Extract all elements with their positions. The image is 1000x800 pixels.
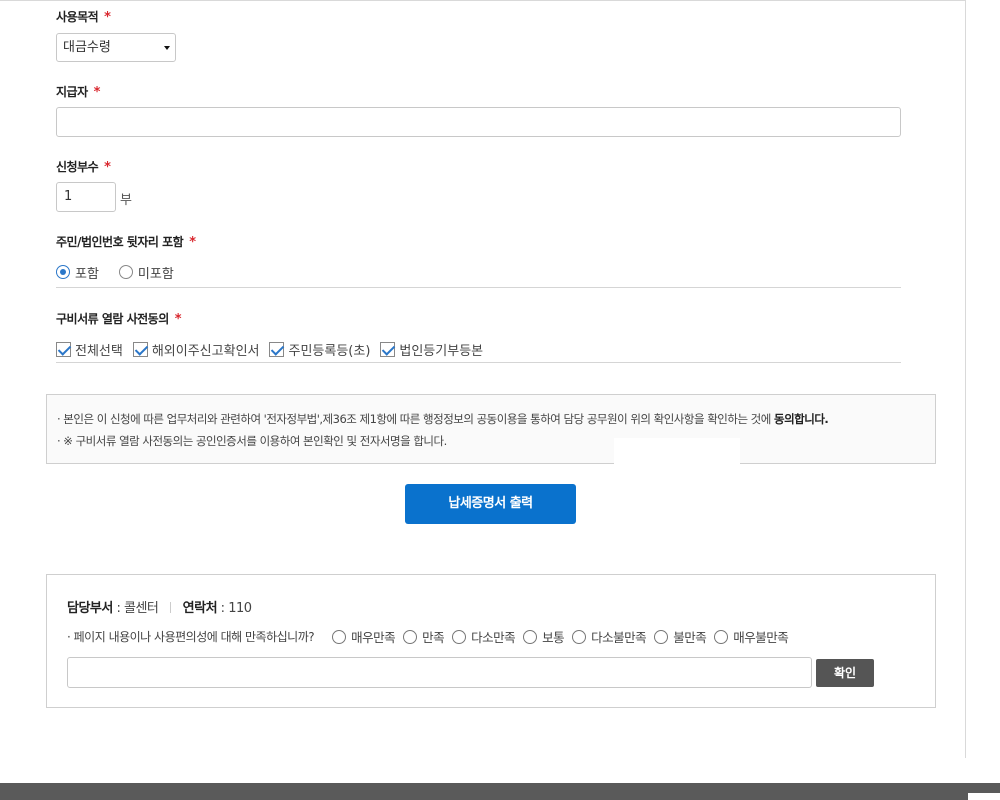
satisfaction-survey: 담당부서 : 콜센터 연락처 : 110 · 페이지 내용이나 사용편의성에 대… bbox=[46, 574, 936, 708]
survey-comment-input[interactable] bbox=[67, 657, 812, 688]
option-very-satisfied[interactable]: 매우만족 bbox=[332, 627, 396, 646]
id-back-include-option[interactable]: 포함 bbox=[56, 263, 99, 282]
satisfaction-question-row: · 페이지 내용이나 사용편의성에 대해 만족하십니까? 매우만족 만족 다소만… bbox=[67, 627, 796, 646]
purpose-select[interactable]: 대금수령 bbox=[56, 33, 176, 62]
checkbox-resident-registration[interactable]: 주민등록등(초) bbox=[269, 340, 370, 359]
option-very-dissatisfied[interactable]: 매우불만족 bbox=[714, 627, 789, 646]
payer-label: 지급자 * bbox=[56, 85, 101, 100]
print-certificate-button[interactable]: 납세증명서 출력 bbox=[405, 484, 576, 524]
required-mark: * bbox=[104, 160, 111, 175]
checkbox-checked-icon[interactable] bbox=[132, 341, 148, 357]
option-somewhat-dissatisfied[interactable]: 다소불만족 bbox=[572, 627, 647, 646]
radio-checked-icon[interactable] bbox=[56, 265, 70, 279]
top-border bbox=[0, 0, 965, 1]
checkbox-corporate-registry[interactable]: 법인등기부등본 bbox=[380, 340, 483, 359]
notice-overlay bbox=[614, 438, 740, 464]
copies-unit: 부 bbox=[120, 193, 132, 208]
required-mark: * bbox=[93, 85, 101, 100]
radio-unchecked-icon[interactable] bbox=[654, 629, 669, 644]
radio-unchecked-icon[interactable] bbox=[452, 629, 467, 644]
radio-unchecked-icon[interactable] bbox=[714, 629, 729, 644]
checkbox-select-all[interactable]: 전체선택 bbox=[56, 340, 123, 359]
option-satisfied[interactable]: 만족 bbox=[403, 627, 445, 646]
notice-line-1: · 본인은 이 신청에 따른 업무처리와 관련하여 '전자정부법',제36조 제… bbox=[57, 412, 829, 426]
payer-input[interactable] bbox=[56, 107, 901, 137]
option-somewhat-satisfied[interactable]: 다소만족 bbox=[452, 627, 516, 646]
copies-input[interactable]: 1 bbox=[56, 182, 116, 212]
radio-unchecked-icon[interactable] bbox=[403, 629, 418, 644]
option-dissatisfied[interactable]: 불만족 bbox=[654, 627, 707, 646]
right-border bbox=[965, 0, 966, 758]
option-neutral[interactable]: 보통 bbox=[523, 627, 565, 646]
department-info: 담당부서 : 콜센터 연락처 : 110 bbox=[67, 601, 252, 616]
satisfaction-question: · 페이지 내용이나 사용편의성에 대해 만족하십니까? bbox=[67, 630, 315, 644]
notice-line-2: · ※ 구비서류 열람 사전동의는 공인인증서를 이용하여 본인확인 및 전자서… bbox=[57, 434, 447, 448]
footer-tab bbox=[968, 793, 1000, 800]
docs-consent-label: 구비서류 열람 사전동의 * bbox=[56, 312, 182, 327]
divider bbox=[56, 287, 901, 288]
separator bbox=[170, 602, 172, 613]
radio-unchecked-icon[interactable] bbox=[572, 629, 587, 644]
radio-unchecked-icon[interactable] bbox=[332, 629, 347, 644]
radio-unchecked-icon[interactable] bbox=[118, 265, 133, 279]
purpose-select-value: 대금수령 bbox=[63, 40, 111, 55]
required-mark: * bbox=[189, 235, 196, 250]
copies-label: 신청부수 * bbox=[56, 160, 111, 175]
divider bbox=[56, 362, 901, 363]
id-back-label: 주민/법인번호 뒷자리 포함 * bbox=[56, 235, 196, 250]
radio-unchecked-icon[interactable] bbox=[523, 629, 538, 644]
survey-confirm-button[interactable]: 확인 bbox=[816, 659, 874, 687]
footer-bar bbox=[0, 783, 1000, 800]
consent-notice: · 본인은 이 신청에 따른 업무처리와 관련하여 '전자정부법',제36조 제… bbox=[46, 394, 936, 464]
purpose-label: 사용목적 * bbox=[56, 10, 111, 25]
id-back-exclude-option[interactable]: 미포함 bbox=[118, 263, 174, 282]
checkbox-checked-icon[interactable] bbox=[380, 341, 396, 357]
id-back-radio-group: 포함 미포함 bbox=[56, 262, 194, 282]
checkbox-checked-icon[interactable] bbox=[56, 341, 71, 357]
required-mark: * bbox=[104, 10, 111, 25]
checkbox-emigration-report[interactable]: 해외이주신고확인서 bbox=[132, 340, 259, 359]
required-mark: * bbox=[174, 312, 182, 327]
chevron-down-icon bbox=[164, 46, 170, 50]
checkbox-checked-icon[interactable] bbox=[269, 341, 285, 357]
docs-consent-checkbox-group: 전체선택 해외이주신고확인서 주민등록등(초) 법인등기부등본 bbox=[56, 339, 493, 359]
